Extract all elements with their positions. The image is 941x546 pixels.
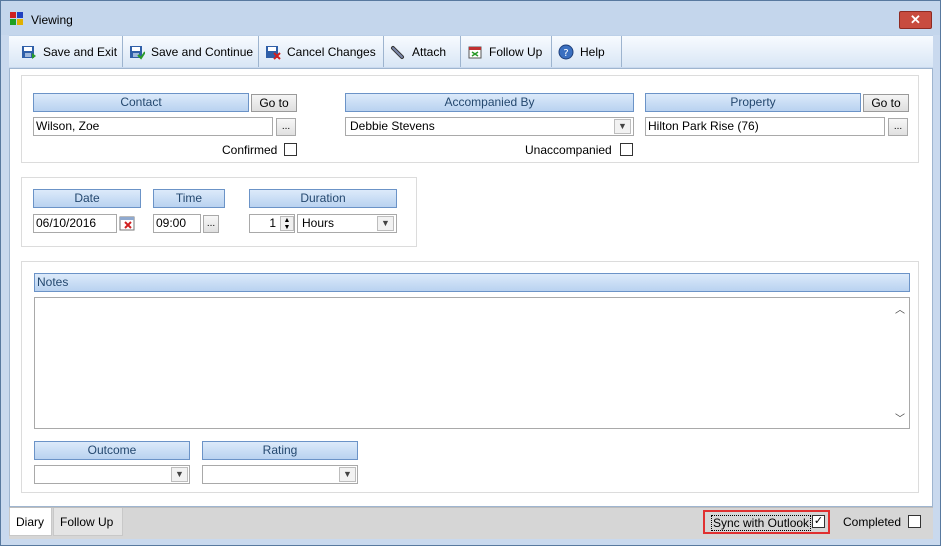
follow-up-icon	[467, 44, 483, 60]
close-button[interactable]: ✕	[899, 11, 932, 29]
scroll-up-icon[interactable]: ︿	[895, 301, 905, 316]
rating-dropdown-icon[interactable]: ▼	[339, 467, 356, 482]
tab-follow-up[interactable]: Follow Up	[53, 508, 123, 536]
toolbar: Save and Exit Save and Continue Cancel C…	[9, 35, 933, 67]
date-field[interactable]: 06/10/2016	[33, 214, 117, 233]
confirmed-checkbox[interactable]	[284, 143, 297, 156]
form-content: Contact Go to Wilson, Zoe ... Confirmed …	[9, 68, 933, 507]
unaccompanied-checkbox[interactable]	[620, 143, 633, 156]
save-and-continue-label: Save and Continue	[151, 44, 254, 59]
follow-up-label: Follow Up	[489, 44, 543, 59]
follow-up-button[interactable]: Follow Up	[461, 36, 552, 67]
sync-with-outlook-label[interactable]: Sync with Outlook	[711, 515, 812, 531]
completed-label: Completed	[843, 515, 902, 529]
contact-ellipsis-button[interactable]: ...	[276, 118, 296, 136]
property-goto-button[interactable]: Go to	[863, 94, 909, 112]
accompanied-by-header: Accompanied By	[345, 93, 634, 112]
attach-icon	[390, 44, 406, 60]
svg-text:?: ?	[563, 48, 568, 59]
property-ellipsis-button[interactable]: ...	[888, 118, 908, 136]
calendar-icon[interactable]	[119, 215, 136, 232]
accompanied-by-select[interactable]: Debbie Stevens	[345, 117, 634, 136]
cancel-changes-button[interactable]: Cancel Changes	[259, 36, 384, 67]
contact-goto-button[interactable]: Go to	[251, 94, 297, 112]
save-continue-icon	[129, 44, 146, 60]
cancel-changes-label: Cancel Changes	[287, 44, 376, 59]
save-and-continue-button[interactable]: Save and Continue	[123, 36, 259, 67]
contact-field[interactable]: Wilson, Zoe	[33, 117, 273, 136]
help-icon: ?	[558, 44, 574, 60]
completed-checkbox[interactable]	[908, 515, 921, 528]
participants-panel: Contact Go to Wilson, Zoe ... Confirmed …	[21, 75, 919, 163]
attach-button[interactable]: Attach	[384, 36, 461, 67]
contact-header: Contact	[33, 93, 249, 112]
save-exit-icon	[21, 44, 37, 60]
cancel-changes-icon	[265, 44, 281, 60]
confirmed-label: Confirmed	[222, 143, 278, 157]
save-and-exit-label: Save and Exit	[43, 44, 118, 59]
scroll-down-icon[interactable]: ﹀	[895, 410, 905, 425]
rating-select[interactable]	[202, 465, 358, 484]
notes-header: Notes	[34, 273, 910, 292]
app-icon	[10, 12, 26, 28]
window-title: Viewing	[31, 13, 73, 27]
accompanied-by-dropdown-icon[interactable]: ▼	[614, 119, 631, 134]
schedule-panel: Date 06/10/2016 Time 09:00 ... Duration …	[21, 177, 417, 247]
property-field[interactable]: Hilton Park Rise (76)	[645, 117, 885, 136]
property-header: Property	[645, 93, 861, 112]
duration-spin-icon[interactable]: ▲ ▼	[280, 216, 294, 231]
duration-header: Duration	[249, 189, 397, 208]
time-field[interactable]: 09:00	[153, 214, 201, 233]
help-label: Help	[580, 44, 605, 59]
date-header: Date	[33, 189, 141, 208]
viewing-window: Viewing ✕ Save and Exit Save and Continu…	[0, 0, 941, 546]
notes-textarea[interactable]	[34, 297, 910, 429]
notes-panel: Notes ︿ ﹀ Outcome ▼ Rating ▼	[21, 261, 919, 493]
time-header: Time	[153, 189, 225, 208]
tab-bar: Diary Follow Up Sync with Outlook ✓ Comp…	[9, 507, 933, 539]
outcome-header: Outcome	[34, 441, 190, 460]
notes-scrollbar[interactable]: ︿ ﹀	[892, 299, 908, 427]
unaccompanied-label: Unaccompanied	[525, 143, 612, 157]
duration-unit-dropdown-icon[interactable]: ▼	[377, 216, 394, 231]
sync-with-outlook-checkbox[interactable]: ✓	[812, 515, 825, 528]
save-and-exit-button[interactable]: Save and Exit	[15, 36, 123, 67]
title-bar: Viewing ✕	[1, 1, 940, 35]
tab-diary[interactable]: Diary	[9, 508, 52, 536]
attach-label: Attach	[412, 44, 447, 59]
rating-header: Rating	[202, 441, 358, 460]
time-ellipsis-button[interactable]: ...	[203, 215, 219, 233]
outcome-dropdown-icon[interactable]: ▼	[171, 467, 188, 482]
outcome-select[interactable]	[34, 465, 190, 484]
help-button[interactable]: ? Help	[552, 36, 622, 67]
